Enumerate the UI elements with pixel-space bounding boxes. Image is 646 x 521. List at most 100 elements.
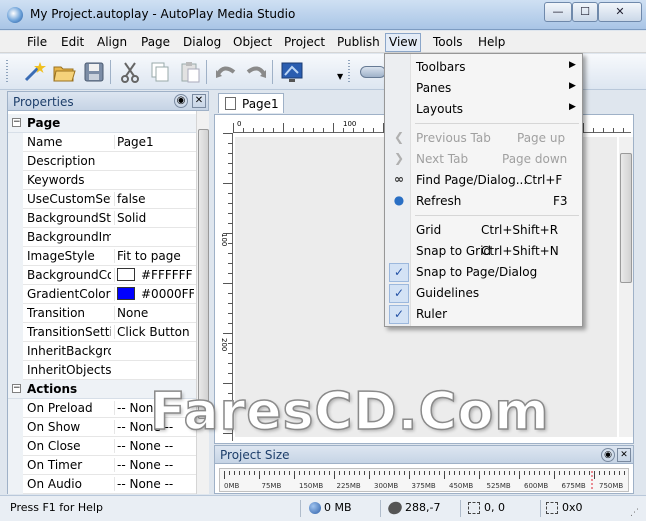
pin-icon[interactable]: ◉ [174, 94, 188, 108]
title-bar: My Project.autoplay - AutoPlay Media Stu… [0, 0, 646, 30]
menu-item-layouts[interactable]: Layouts ▶ [386, 99, 582, 120]
menu-item-shortcut: Ctrl+Shift+N [481, 244, 559, 258]
property-value[interactable]: false [114, 192, 194, 206]
scroll-thumb[interactable] [198, 129, 209, 419]
property-row[interactable]: GradientColor #0000FF [8, 285, 196, 304]
property-value[interactable]: Click Button [114, 325, 194, 339]
property-name: TransitionSettin [27, 325, 111, 339]
collapse-icon[interactable]: − [12, 384, 21, 393]
tab-page1[interactable]: Page1 [218, 93, 284, 113]
menu-item-guidelines[interactable]: ✓ Guidelines [386, 283, 582, 304]
property-row[interactable]: On Audio -- None -- [8, 475, 196, 494]
copy-icon[interactable] [148, 60, 172, 84]
minimize-button[interactable]: — [544, 2, 572, 22]
menu-align[interactable]: Align [94, 34, 130, 51]
property-row[interactable]: InheritBackgrou [8, 342, 196, 361]
menu-edit[interactable]: Edit [58, 34, 87, 51]
toolbar-overflow-icon[interactable]: ▼ [337, 72, 343, 81]
property-name: BackgroundCol [27, 268, 111, 282]
menu-item-find-page-dialog[interactable]: ∞ Find Page/Dialog... Ctrl+F [386, 170, 582, 191]
menu-item-snap-to-page-dialog[interactable]: ✓ Snap to Page/Dialog [386, 262, 582, 283]
property-value[interactable]: -- None -- [114, 458, 194, 472]
paste-icon[interactable] [178, 60, 202, 84]
property-name: ImageStyle [27, 249, 95, 263]
close-button[interactable]: ✕ [598, 2, 642, 22]
save-icon[interactable] [82, 60, 106, 84]
position-icon [468, 502, 480, 514]
property-row[interactable]: InheritObjects [8, 361, 196, 380]
property-row[interactable]: Name Page1 [8, 133, 196, 152]
cut-icon[interactable] [118, 60, 142, 84]
refresh-globe-icon: ● [393, 193, 405, 207]
property-value[interactable]: Fit to page [114, 249, 194, 263]
menu-item-grid[interactable]: Grid Ctrl+Shift+R [386, 220, 582, 241]
menu-item-toolbars[interactable]: Toolbars ▶ [386, 57, 582, 78]
menu-file[interactable]: File [24, 34, 50, 51]
property-value-text: Click Button [117, 325, 190, 339]
menu-dialog[interactable]: Dialog [180, 34, 224, 51]
property-value[interactable]: #0000FF [114, 287, 194, 301]
property-row[interactable]: On Timer -- None -- [8, 456, 196, 475]
menu-item-label: Grid [416, 223, 442, 237]
property-row[interactable]: TransitionSettin Click Button [8, 323, 196, 342]
maximize-button[interactable]: ☐ [572, 2, 598, 22]
scroll-thumb[interactable] [620, 153, 632, 283]
status-size: 0 MB [324, 501, 352, 514]
ruler-label: 0 [237, 120, 242, 128]
property-row[interactable]: BackgroundIma [8, 228, 196, 247]
property-value[interactable]: None [114, 306, 194, 320]
menu-item-next-tab[interactable]: ❯ Next Tab Page down [386, 149, 582, 170]
menu-item-label: Refresh [416, 194, 462, 208]
menu-item-snap-to-grid[interactable]: Snap to Grid Ctrl+Shift+N [386, 241, 582, 262]
size-tick-label: 675MB [561, 482, 586, 490]
property-row[interactable]: BackgroundCol #FFFFFF [8, 266, 196, 285]
close-pane-icon[interactable]: ✕ [192, 94, 206, 108]
property-value[interactable]: Page1 [114, 135, 194, 149]
collapse-icon[interactable]: − [12, 118, 21, 127]
category-page[interactable]: − Page [8, 114, 196, 133]
menu-item-panes[interactable]: Panes ▶ [386, 78, 582, 99]
menu-object[interactable]: Object [230, 34, 275, 51]
project-size-pane: Project Size ◉ ✕ 0MB 75MB 150MB 225MB 300MB 3… [214, 445, 634, 494]
menu-item-label: Previous Tab [416, 131, 491, 145]
resize-grip-icon[interactable]: ⋰ [630, 508, 639, 518]
property-row[interactable]: Description [8, 152, 196, 171]
menu-tools[interactable]: Tools [430, 34, 466, 51]
property-row[interactable]: UseCustomSett false [8, 190, 196, 209]
wand-icon[interactable] [22, 60, 46, 84]
property-row[interactable]: BackgroundStyl Solid [8, 209, 196, 228]
size-tick-label: 450MB [449, 482, 474, 490]
property-value[interactable]: #FFFFFF [114, 268, 194, 282]
window-title: My Project.autoplay - AutoPlay Media Stu… [30, 7, 296, 21]
menu-item-label: Panes [416, 81, 452, 95]
button-object-icon[interactable] [360, 66, 386, 78]
menu-item-previous-tab[interactable]: ❮ Previous Tab Page up [386, 128, 582, 149]
menu-project[interactable]: Project [281, 34, 328, 51]
menu-view[interactable]: View [385, 33, 422, 52]
undo-icon[interactable] [214, 60, 238, 84]
property-row[interactable]: Keywords [8, 171, 196, 190]
pin-icon[interactable]: ◉ [601, 448, 615, 462]
project-size-header: Project Size ◉ ✕ [215, 446, 633, 464]
size-tick-label: 300MB [374, 482, 399, 490]
canvas-scrollbar[interactable] [619, 137, 633, 437]
menu-item-ruler[interactable]: ✓ Ruler [386, 304, 582, 325]
property-value[interactable]: Solid [114, 211, 194, 225]
size-tick-label: 600MB [524, 482, 549, 490]
property-row[interactable]: Transition None [8, 304, 196, 323]
menu-page[interactable]: Page [138, 34, 173, 51]
property-value[interactable]: -- None -- [114, 477, 194, 491]
preview-monitor-icon[interactable] [280, 60, 304, 84]
checkmark-icon: ✓ [389, 263, 409, 282]
menu-publish[interactable]: Publish [334, 34, 383, 51]
menu-item-shortcut: Ctrl+F [524, 173, 563, 187]
ruler-label: 100 [220, 233, 228, 247]
open-folder-icon[interactable] [52, 60, 76, 84]
menu-help[interactable]: Help [475, 34, 508, 51]
property-name: On Audio [27, 477, 82, 491]
redo-icon[interactable] [244, 60, 268, 84]
close-pane-icon[interactable]: ✕ [617, 448, 631, 462]
menu-item-label: Layouts [416, 102, 464, 116]
property-row[interactable]: ImageStyle Fit to page [8, 247, 196, 266]
menu-item-refresh[interactable]: ● Refresh F3 [386, 191, 582, 212]
